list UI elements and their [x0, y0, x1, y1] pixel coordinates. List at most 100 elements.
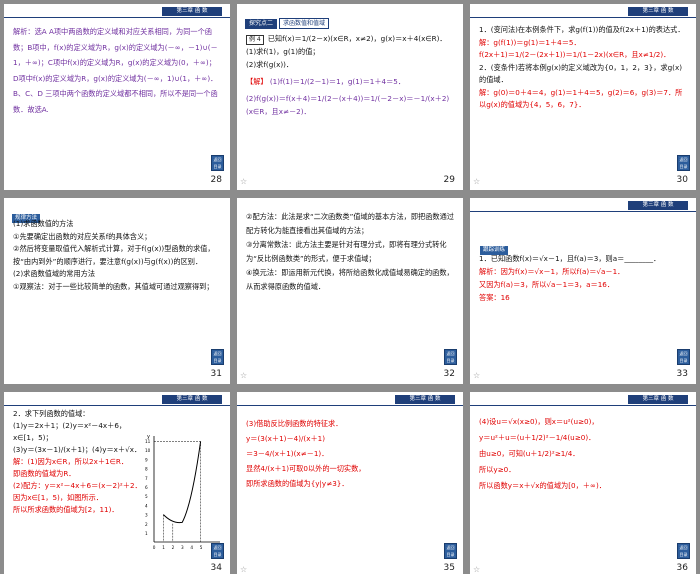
- answer-text-3: 答案：16: [479, 293, 510, 302]
- section-title: 求函数值和值域: [279, 18, 330, 29]
- solution-line-2: y＝u²＋u＝(u＋1/2)²－1/4(u≥0)．: [479, 433, 596, 442]
- x-tick-labels: 0 1 2 3 4 5: [153, 545, 203, 550]
- return-contents-button[interactable]: 返回目录: [677, 155, 690, 171]
- slide-footer-28: 28: [4, 174, 230, 190]
- question-part-1: (1)y＝2x＋1；(2)y＝x²－4x＋6，x∈[1，5)；: [13, 421, 127, 442]
- slide-body: (4)设u＝√x(x≥0)，则x＝u²(u≥0)， y＝u²＋u＝(u＋1/2)…: [479, 414, 687, 494]
- chapter-badge: 第三章 函 数: [628, 395, 688, 404]
- solution-line-2: y＝(3(x＋1)－4)/(x＋1): [246, 434, 326, 443]
- star-icon[interactable]: ☆: [473, 565, 480, 574]
- method-step-6: ④换元法：即运用新元代换，将所给函数化成值域易确定的函数，从而求得原函数的值域．: [246, 268, 454, 291]
- star-icon[interactable]: ☆: [473, 177, 480, 186]
- section-tag: 探究点二: [245, 19, 278, 29]
- return-contents-button[interactable]: 返回目录: [677, 349, 690, 365]
- method-heading-1: (1)求函数值的方法: [13, 219, 74, 228]
- answer-text-2: 又因为f(a)＝3，所以√a－1＝3，a＝16．: [479, 280, 615, 289]
- slide-28[interactable]: 第三章 函 数 解析：选A A项中两函数的定义域和对应关系相同，为同一个函数；B…: [4, 4, 230, 174]
- answer-part-2: (2)f(g(x))＝f(x＋4)＝1/(2－(x＋4))＝1/(－2－x)＝－…: [246, 94, 450, 116]
- solution-line-5: 即所求函数的值域为{y|y≠3}．: [246, 479, 349, 488]
- chapter-badge: 第三章 函 数: [628, 7, 688, 16]
- return-contents-button[interactable]: 返回目录: [211, 349, 224, 365]
- y-tick-label: 11: [145, 439, 151, 444]
- y-tick-label: 9: [145, 457, 148, 462]
- y-tick-label: 6: [145, 485, 148, 490]
- slide-footer-33: ☆ 33: [470, 368, 696, 384]
- slide-30[interactable]: 第三章 函 数 1．(变问法)在本例条件下，求g(f(1))的值及f(2x＋1)…: [470, 4, 696, 174]
- slide-31[interactable]: 规律方法 (1)求函数值的方法 ①先要确定出函数的对应关系f的具体含义； ②然后…: [4, 198, 230, 368]
- slide-footer-32: ☆ 32: [237, 368, 463, 384]
- method-step-4: ②配方法：此法是求“二次函数类”值域的基本方法，即把函数通过配方转化为能直接看出…: [246, 212, 454, 235]
- return-contents-button[interactable]: 返回目录: [444, 349, 457, 365]
- solution-line-3: ＝3－4/(x＋1)(x≠－1)．: [246, 449, 329, 458]
- return-contents-button[interactable]: 返回目录: [211, 543, 224, 559]
- slide-number: 31: [210, 369, 222, 379]
- slide-number: 30: [676, 175, 688, 185]
- star-icon[interactable]: ☆: [240, 177, 247, 186]
- y-tick-label: 2: [145, 522, 148, 527]
- y-tick-label: 10: [145, 448, 151, 453]
- solution-line-1: (3)借助反比例函数的特征求．: [246, 419, 343, 428]
- return-contents-button[interactable]: 返回目录: [677, 543, 690, 559]
- slide-number: 33: [676, 369, 688, 379]
- solution-line-4: 显然4/(x＋1)可取0以外的一切实数，: [246, 464, 366, 473]
- solution-line-4: 因为x∈[1，5)，如图所示．: [13, 493, 103, 502]
- solution-line-2: 即函数的值域为R．: [13, 469, 76, 478]
- y-tick-label: 3: [145, 513, 148, 518]
- star-icon[interactable]: ☆: [473, 371, 480, 380]
- slide-number: 34: [210, 563, 222, 573]
- solution-line-3: (2)配方：y＝x²－4x＋6＝(x－2)²＋2．: [13, 481, 142, 490]
- answer-text-1: 解析：因为f(x)＝√x－1，所以f(a)＝√a－1．: [479, 267, 625, 276]
- solution-line-1: 解：(1)因为x∈R，所以2x＋1∈R．: [13, 457, 129, 466]
- question-part-2: (2)求f(g(x))．: [246, 60, 294, 69]
- slide-footer-36: ☆ 36: [470, 562, 696, 574]
- question-part-1: (1)求f(1)，g(1)的值；: [246, 47, 320, 56]
- solution-line-1: (4)设u＝√x(x≥0)，则x＝u²(u≥0)，: [479, 417, 599, 426]
- return-contents-button[interactable]: 返回目录: [211, 155, 224, 171]
- slide-header: 第三章 函 数: [470, 4, 696, 19]
- answer-part-1: 【解】 (1)f(1)＝1/(2－1)＝1，g(1)＝1＋4＝5．: [246, 75, 454, 88]
- answer-text-1: 解：g(f(1))＝g(1)＝1＋4＝5．: [479, 37, 581, 47]
- slide-footer-31: 31: [4, 368, 230, 384]
- answer-label: 【解】: [246, 77, 268, 86]
- slide-number: 36: [676, 563, 688, 573]
- question-text: 1．已知函数f(x)＝√x－1，且f(a)＝3，则a＝________．: [479, 254, 661, 263]
- answer-text-3: 解：g(0)＝0＋4＝4，g(1)＝1＋4＝5，g(2)＝6，g(3)＝7．所以…: [479, 87, 683, 110]
- slide-header: 第三章 函 数: [4, 4, 230, 19]
- slide-footer-29: ☆ 29: [237, 174, 463, 190]
- y-tick-label: 8: [145, 467, 148, 472]
- return-contents-button[interactable]: 返回目录: [444, 543, 457, 559]
- slide-29[interactable]: 探究点二 求函数值和值域 例 4 已知f(x)＝1/(2－x)(x∈R，x≠2)，g…: [237, 4, 463, 174]
- answer-text-1: (1)f(1)＝1/(2－1)＝1，g(1)＝1＋4＝5．: [269, 77, 406, 86]
- slide-36[interactable]: 第三章 函 数 (4)设u＝√x(x≥0)，则x＝u²(u≥0)， y＝u²＋u…: [470, 392, 696, 562]
- x-tick-label: 0: [153, 545, 156, 550]
- question-text: 2．求下列函数的值域：: [13, 409, 90, 418]
- slide-footer-30: ☆ 30: [470, 174, 696, 190]
- slide-body: 2．求下列函数的值域： (1)y＝2x＋1；(2)y＝x²－4x＋6，x∈[1，…: [13, 408, 150, 516]
- slide-header: 第三章 函 数: [470, 392, 696, 407]
- star-icon[interactable]: ☆: [240, 565, 247, 574]
- slide-35[interactable]: 第三章 函 数 (3)借助反比例函数的特征求． y＝(3(x＋1)－4)/(x＋…: [237, 392, 463, 562]
- chapter-badge: 第三章 函 数: [162, 7, 222, 16]
- section-heading: 探究点二 求函数值和值域: [245, 10, 330, 29]
- method-heading-2: (2)求函数值域的常用方法: [13, 269, 96, 278]
- solution-line-5: 所以所求函数的值域为[2，11)．: [13, 505, 119, 514]
- slide-34[interactable]: 第三章 函 数 2．求下列函数的值域： (1)y＝2x＋1；(2)y＝x²－4x…: [4, 392, 230, 562]
- x-tick-label: 2: [172, 545, 175, 550]
- slide-33[interactable]: 第三章 函 数 跟踪训练 1．已知函数f(x)＝√x－1，且f(a)＝3，则a＝…: [470, 198, 696, 368]
- answer-text-2: f(2x＋1)＝1/(2－(2x＋1))＝1/(1－2x)(x∈R，且x≠1/2…: [479, 50, 671, 59]
- star-icon[interactable]: ☆: [240, 371, 247, 380]
- solution-line-4: 所以y≥0．: [479, 465, 516, 474]
- slide-32[interactable]: ②配方法：此法是求“二次函数类”值域的基本方法，即把函数通过配方转化为能直接看出…: [237, 198, 463, 368]
- slide-number: 35: [443, 563, 455, 573]
- slide-body: (3)借助反比例函数的特征求． y＝(3(x＋1)－4)/(x＋1) ＝3－4/…: [246, 416, 454, 491]
- y-tick-label: 1: [145, 531, 148, 536]
- slide-body: 1．已知函数f(x)＝√x－1，且f(a)＝3，则a＝________． 解析：…: [479, 252, 687, 304]
- answer-text: 解析：选A A项中两函数的定义域和对应关系相同，为同一个函数；B项中，f(x)的…: [13, 27, 218, 114]
- slide-number: 32: [443, 369, 455, 379]
- chapter-badge: 第三章 函 数: [162, 395, 222, 404]
- chapter-badge: 第三章 函 数: [395, 395, 455, 404]
- slide-footer-35: ☆ 35: [237, 562, 463, 574]
- x-tick-label: 3: [181, 545, 184, 550]
- question-text-1: 1．(变问法)在本例条件下，求g(f(1))的值及f(2x＋1)的表达式．: [479, 25, 685, 34]
- slide-number: 29: [443, 175, 455, 185]
